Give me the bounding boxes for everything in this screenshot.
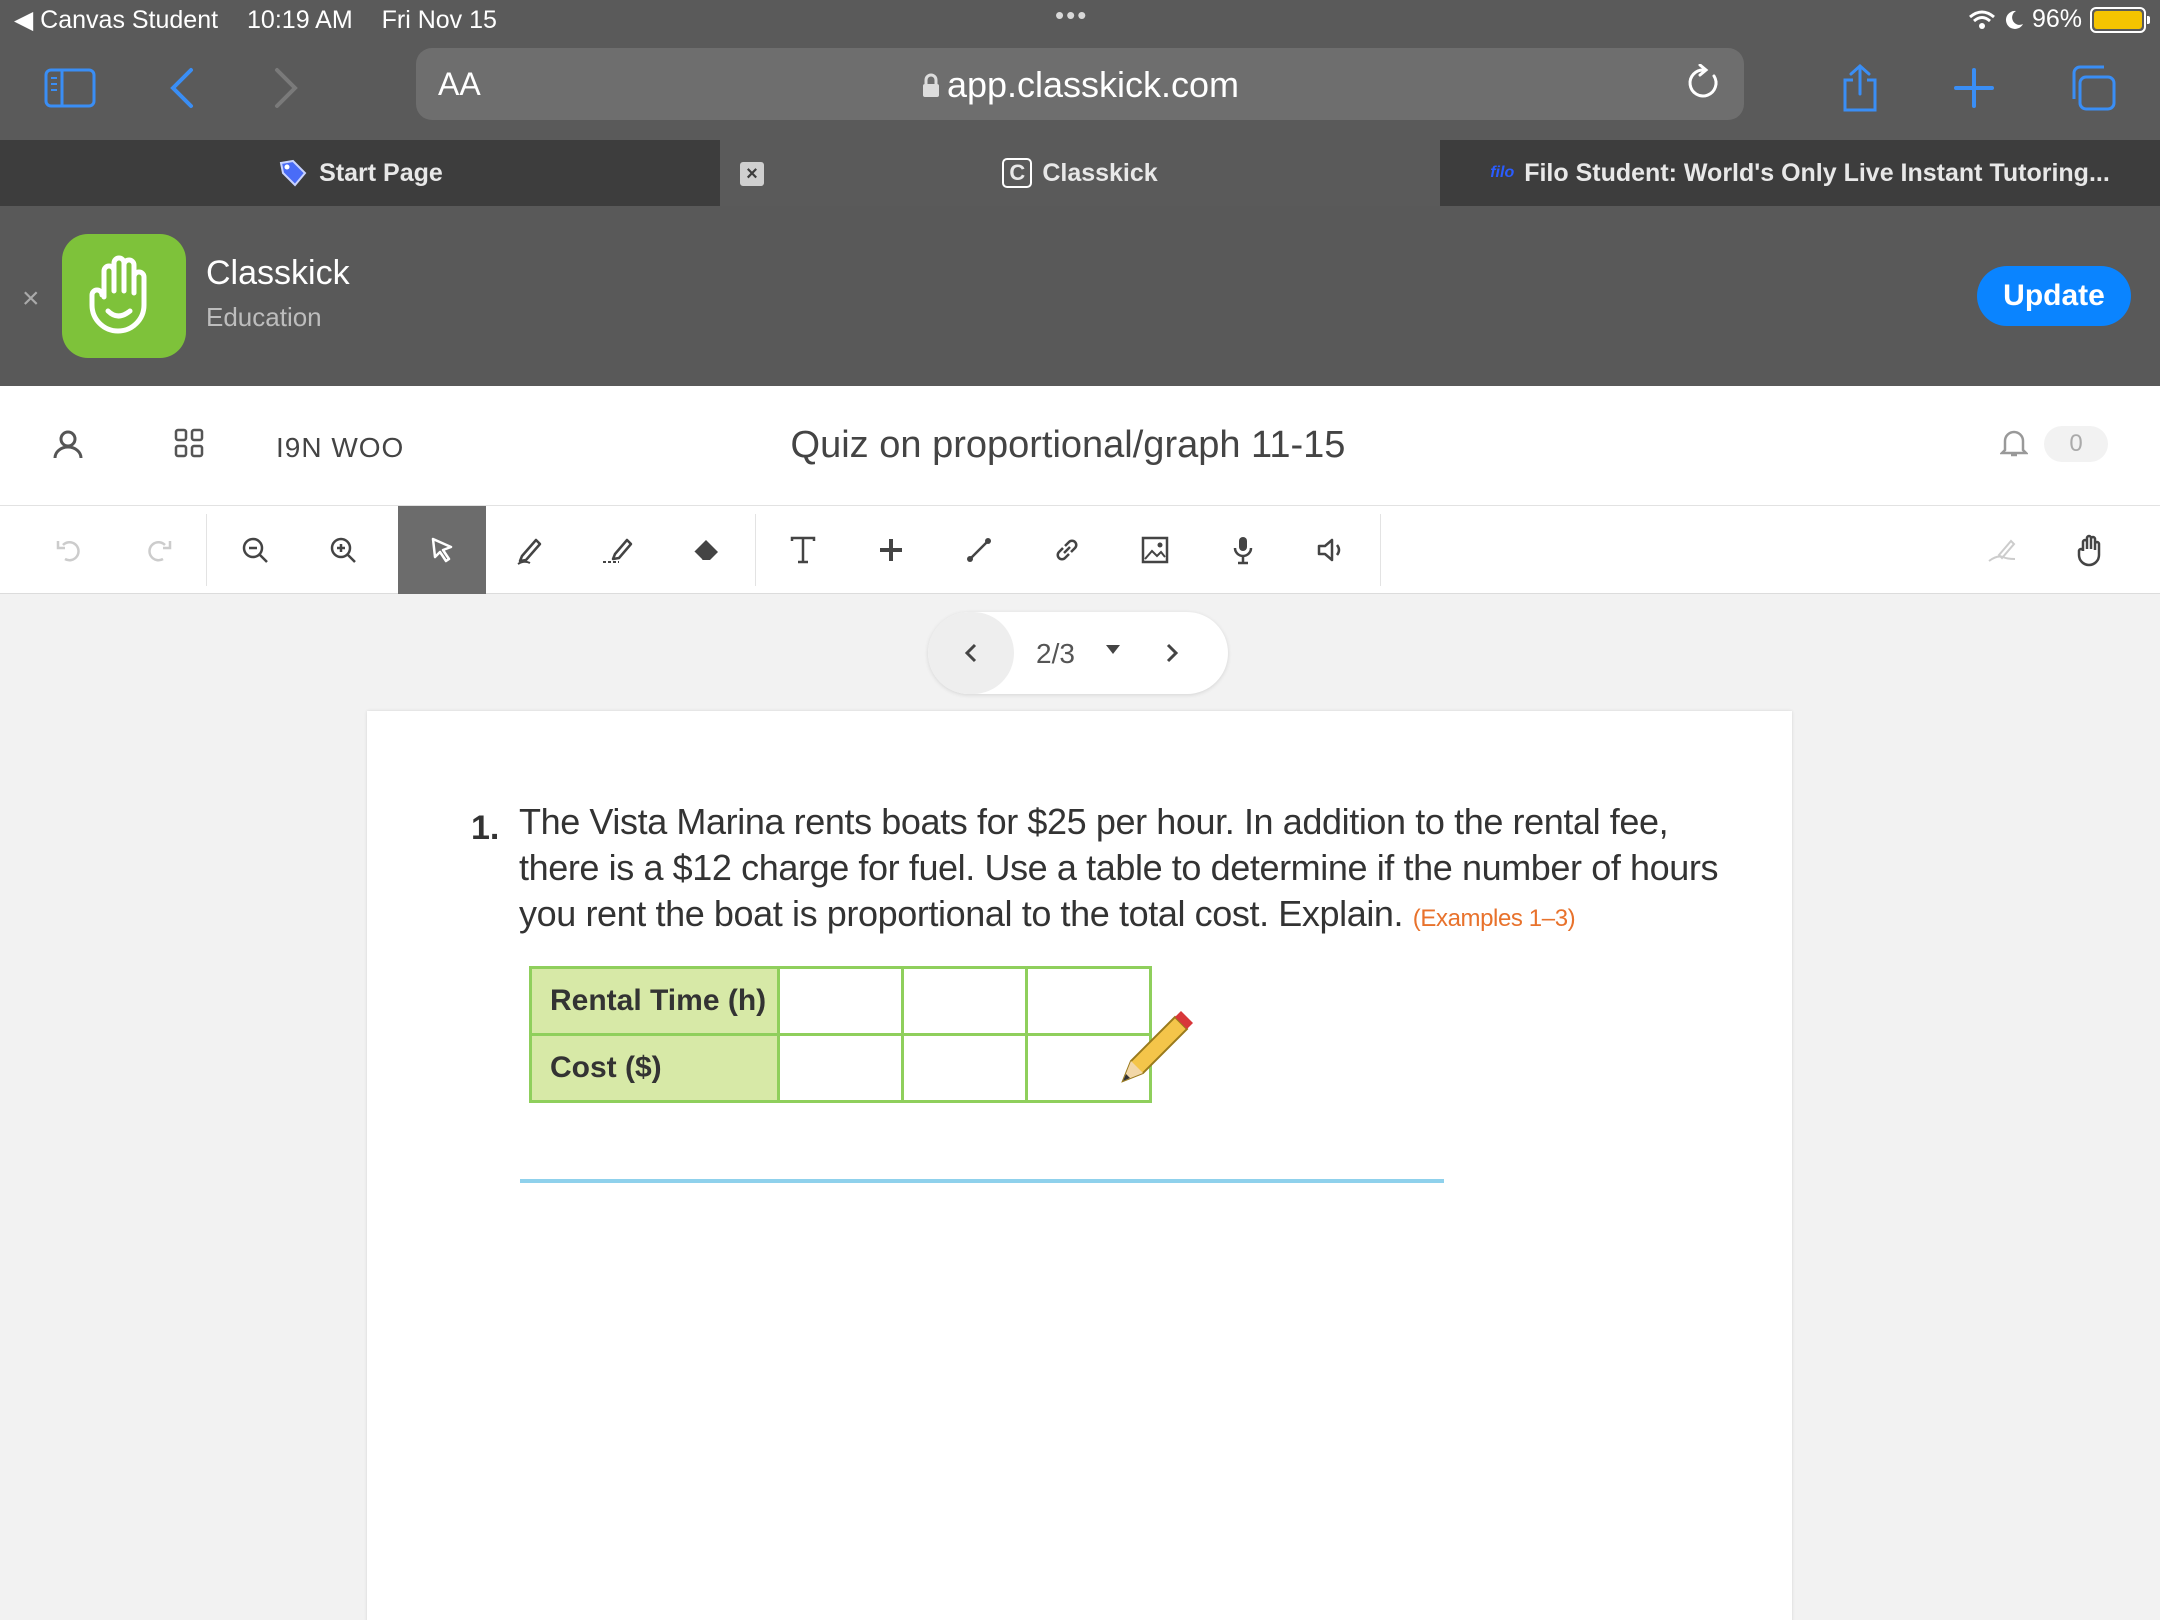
tab-filo[interactable]: filo Filo Student: World's Only Live Ins… bbox=[1440, 140, 2160, 206]
link-icon[interactable] bbox=[1023, 506, 1111, 594]
lock-icon bbox=[922, 73, 939, 97]
close-banner-icon[interactable]: × bbox=[22, 282, 40, 316]
tab-label: Classkick bbox=[1042, 158, 1158, 187]
caret-down-icon[interactable] bbox=[1104, 642, 1122, 656]
pen-icon[interactable] bbox=[486, 506, 574, 594]
zoom-in-icon[interactable] bbox=[299, 506, 387, 594]
notification-count-badge[interactable]: 0 bbox=[2044, 426, 2108, 462]
status-time: 10:19 AM bbox=[247, 6, 353, 34]
table-cell[interactable] bbox=[777, 966, 904, 1036]
table-cell[interactable] bbox=[901, 1033, 1028, 1103]
page-indicator[interactable]: 2/3 bbox=[1036, 638, 1075, 670]
classkick-c-icon: C bbox=[1002, 158, 1033, 188]
question-line: The Vista Marina rents boats for $25 per… bbox=[519, 801, 1669, 842]
share-icon[interactable] bbox=[1830, 58, 1890, 118]
answer-line[interactable] bbox=[520, 1179, 1444, 1183]
back-to-app-link[interactable]: ◀ Canvas Student bbox=[14, 6, 218, 34]
reload-icon[interactable] bbox=[1686, 63, 1722, 107]
tab-classkick[interactable]: × C Classkick bbox=[720, 140, 1440, 206]
new-tab-icon[interactable] bbox=[1944, 58, 2004, 118]
tab-label: Filo Student: World's Only Live Instant … bbox=[1524, 158, 2110, 187]
status-bar: ◀ Canvas Student 10:19 AM Fri Nov 15 •••… bbox=[0, 0, 2160, 40]
bookmark-icon bbox=[279, 159, 307, 187]
examples-reference: (Examples 1–3) bbox=[1412, 905, 1576, 932]
toolbar-divider bbox=[206, 514, 207, 586]
redo-icon[interactable] bbox=[114, 506, 202, 594]
smart-app-banner: × Classkick Education Update bbox=[0, 206, 2160, 386]
status-date: Fri Nov 15 bbox=[381, 6, 497, 34]
tabs-icon[interactable] bbox=[2062, 58, 2122, 118]
chevron-left-icon bbox=[964, 643, 977, 663]
url-display[interactable]: app.classkick.com bbox=[416, 64, 1744, 106]
classkick-header: I9N WOO Quiz on proportional/graph 11-15… bbox=[0, 386, 2160, 506]
assignment-title: Quiz on proportional/graph 11-15 bbox=[790, 424, 1346, 466]
question-line: you rent the boat is proportional to the… bbox=[519, 893, 1404, 934]
question-number: 1. bbox=[471, 809, 500, 847]
sidebar-icon[interactable] bbox=[40, 58, 100, 118]
row-header: Rental Time (h) bbox=[529, 966, 780, 1036]
text-icon[interactable] bbox=[759, 506, 847, 594]
microphone-icon[interactable] bbox=[1199, 506, 1287, 594]
toolbar-divider bbox=[755, 514, 756, 586]
page-navigator: 2/3 bbox=[928, 612, 1228, 694]
banner-app-category: Education bbox=[206, 302, 322, 332]
tab-label: Start Page bbox=[319, 158, 443, 187]
highlighter-icon[interactable] bbox=[574, 506, 662, 594]
toolbar-divider bbox=[1380, 514, 1381, 586]
wifi-icon bbox=[1968, 10, 1995, 29]
close-tab-icon[interactable]: × bbox=[740, 162, 764, 186]
row-header: Cost ($) bbox=[529, 1033, 780, 1103]
table-cell[interactable] bbox=[777, 1033, 904, 1103]
forward-icon[interactable] bbox=[256, 58, 316, 118]
undo-icon[interactable] bbox=[26, 506, 114, 594]
table-row: Rental Time (h) bbox=[529, 966, 1152, 1036]
tab-bar: Start Page × C Classkick filo Filo Stude… bbox=[0, 140, 2160, 206]
banner-app-name: Classkick bbox=[206, 254, 350, 292]
next-page-button[interactable] bbox=[1164, 636, 1180, 675]
question-text: The Vista Marina rents boats for $25 per… bbox=[519, 799, 1749, 942]
zoom-out-icon[interactable] bbox=[211, 506, 299, 594]
previous-page-button[interactable] bbox=[928, 612, 1014, 694]
hand-raise-icon[interactable] bbox=[2046, 506, 2134, 594]
address-bar[interactable]: AA app.classkick.com bbox=[416, 48, 1744, 120]
image-icon[interactable] bbox=[1111, 506, 1199, 594]
table-row: Cost ($) bbox=[529, 1033, 1152, 1103]
filo-icon: filo bbox=[1490, 164, 1515, 181]
rental-table: Rental Time (h) Cost ($) bbox=[529, 966, 1152, 1103]
drawing-toolbar bbox=[0, 506, 2160, 594]
tab-start-page[interactable]: Start Page bbox=[0, 140, 720, 206]
bell-icon[interactable] bbox=[1998, 428, 2030, 463]
pointer-icon[interactable] bbox=[398, 506, 486, 594]
update-button[interactable]: Update bbox=[1977, 266, 2131, 326]
pencil-icon bbox=[1121, 1011, 1193, 1083]
speaker-icon[interactable] bbox=[1287, 506, 1375, 594]
signature-icon[interactable] bbox=[1958, 506, 2046, 594]
multitask-dots[interactable]: ••• bbox=[1055, 0, 1088, 31]
classkick-app-icon bbox=[62, 234, 186, 358]
battery-icon bbox=[2090, 6, 2150, 33]
chevron-right-icon bbox=[1166, 643, 1179, 663]
eraser-icon[interactable] bbox=[662, 506, 750, 594]
moon-icon bbox=[2005, 10, 2023, 29]
line-icon[interactable] bbox=[935, 506, 1023, 594]
worksheet-page[interactable]: 1. The Vista Marina rents boats for $25 … bbox=[367, 711, 1792, 1620]
table-cell[interactable] bbox=[901, 966, 1028, 1036]
question-line: there is a $12 charge for fuel. Use a ta… bbox=[519, 847, 1719, 888]
sticker-plus-icon[interactable] bbox=[847, 506, 935, 594]
back-icon[interactable] bbox=[152, 58, 212, 118]
battery-percent: 96% bbox=[2031, 5, 2082, 33]
url-text: app.classkick.com bbox=[946, 64, 1240, 105]
